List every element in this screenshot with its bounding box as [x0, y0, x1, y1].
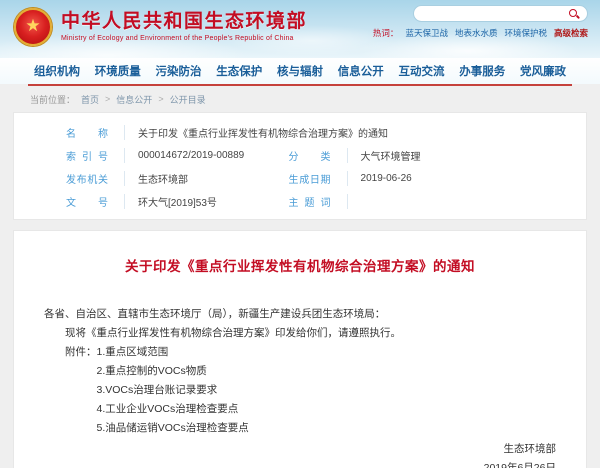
meta-divider: [347, 148, 348, 163]
meta-value-category: 大气环境管理: [361, 148, 421, 163]
emblem-star-icon: ★: [25, 17, 40, 34]
breadcrumb-home[interactable]: 首页: [81, 93, 99, 106]
breadcrumb: 当前位置： 首页 > 信息公开 > 公开目录: [0, 86, 600, 112]
document-salutation: 各省、自治区、直辖市生态环境厅（局），新疆生产建设兵团生态环境局：: [44, 305, 556, 324]
hot-word-link-env-tax[interactable]: 环境保护税: [504, 27, 547, 39]
document-title: 关于印发《重点行业挥发性有机物综合治理方案》的通知: [44, 255, 556, 275]
signature-date: 2019年6月26日: [44, 459, 556, 468]
nav-item-env-quality[interactable]: 环境质量: [95, 63, 141, 79]
meta-row-issuer: 发布机关 生态环境部 生成日期 2019-06-26: [14, 167, 586, 190]
meta-cell-index: 索引号 000014672/2019-00889: [14, 144, 289, 167]
search-icon[interactable]: [568, 8, 580, 20]
site-name: 中华人民共和国生态环境部: [61, 10, 307, 34]
attachment-item-2: 2.重点控制的VOCs物质: [97, 362, 557, 381]
hot-word-link-blue-sky[interactable]: 蓝天保卫战: [405, 27, 448, 39]
site-banner: ★ 中华人民共和国生态环境部 Ministry of Ecology and E…: [0, 0, 600, 58]
meta-divider: [347, 194, 348, 209]
breadcrumb-separator: >: [105, 94, 110, 104]
nav-item-interaction[interactable]: 互动交流: [399, 63, 445, 79]
meta-cell-category: 分类 大气环境管理: [289, 144, 586, 167]
nav-item-party-conduct[interactable]: 党风廉政: [520, 63, 566, 79]
hot-words-label: 热词：: [373, 27, 399, 39]
nav-item-eco-protection[interactable]: 生态保护: [216, 63, 262, 79]
meta-row-name: 名称 关于印发《重点行业挥发性有机物综合治理方案》的通知: [14, 121, 586, 144]
site-logo[interactable]: ★ 中华人民共和国生态环境部 Ministry of Ecology and E…: [14, 8, 307, 46]
hot-words-bar: 热词： 蓝天保卫战 地表水水质 环境保护税 高级检索: [413, 27, 588, 39]
meta-divider: [124, 148, 125, 163]
breadcrumb-info-disclosure[interactable]: 信息公开: [116, 93, 152, 106]
site-title-block: 中华人民共和国生态环境部 Ministry of Ecology and Env…: [61, 8, 307, 42]
attachment-item-1: 1.重点区域范围: [97, 346, 169, 358]
meta-divider: [347, 171, 348, 186]
breadcrumb-current[interactable]: 公开目录: [170, 93, 206, 106]
meta-cell-docno: 文号 环大气[2019]53号: [14, 190, 289, 213]
document-body: 各省、自治区、直辖市生态环境厅（局），新疆生产建设兵团生态环境局： 现将《重点行…: [44, 305, 556, 438]
search-box[interactable]: [413, 5, 588, 22]
meta-cell-date: 生成日期 2019-06-26: [289, 167, 586, 190]
meta-cell-name: 名称 关于印发《重点行业挥发性有机物综合治理方案》的通知: [14, 121, 586, 144]
meta-value-name: 关于印发《重点行业挥发性有机物综合治理方案》的通知: [138, 125, 388, 140]
breadcrumb-separator: >: [158, 94, 163, 104]
attachment-item-5: 5.油品储运销VOCs治理检查要点: [97, 419, 557, 438]
meta-row-index: 索引号 000014672/2019-00889 分类 大气环境管理: [14, 144, 586, 167]
meta-value-date: 2019-06-26: [361, 173, 412, 184]
nav-item-info-disclosure[interactable]: 信息公开: [338, 63, 384, 79]
search-area: 热词： 蓝天保卫战 地表水水质 环境保护税 高级检索: [413, 5, 588, 39]
meta-cell-issuer: 发布机关 生态环境部: [14, 167, 289, 190]
meta-divider: [124, 171, 125, 186]
meta-value-index: 000014672/2019-00889: [138, 150, 244, 161]
hot-word-link-surface-water[interactable]: 地表水水质: [455, 27, 498, 39]
signature-block: 生态环境部 2019年6月26日: [44, 440, 556, 468]
document-content-panel: 关于印发《重点行业挥发性有机物综合治理方案》的通知 各省、自治区、直辖市生态环境…: [13, 230, 587, 468]
meta-value-docno: 环大气[2019]53号: [138, 194, 217, 209]
nav-item-organization[interactable]: 组织机构: [34, 63, 80, 79]
main-nav: 组织机构 环境质量 污染防治 生态保护 核与辐射 信息公开 互动交流 办事服务 …: [0, 58, 600, 84]
meta-label-subject: 主题词: [289, 194, 331, 209]
meta-row-docno: 文号 环大气[2019]53号 主题词: [14, 190, 586, 213]
nav-item-nuclear-radiation[interactable]: 核与辐射: [277, 63, 323, 79]
meta-divider: [124, 194, 125, 209]
nav-item-services[interactable]: 办事服务: [459, 63, 505, 79]
breadcrumb-label: 当前位置：: [30, 93, 75, 106]
document-paragraph: 现将《重点行业挥发性有机物综合治理方案》印发给你们，请遵照执行。: [44, 324, 556, 343]
meta-label-name: 名称: [66, 125, 108, 140]
signature-issuer: 生态环境部: [44, 440, 556, 459]
site-name-english: Ministry of Ecology and Environment of t…: [61, 35, 307, 42]
advanced-search-link[interactable]: 高级检索: [554, 27, 588, 39]
meta-label-category: 分类: [289, 148, 331, 163]
attachment-item-3: 3.VOCs治理台账记录要求: [97, 381, 557, 400]
attachments-line: 附件：1.重点区域范围: [44, 343, 556, 362]
meta-value-issuer: 生态环境部: [138, 171, 188, 186]
meta-cell-subject: 主题词: [289, 190, 586, 213]
search-input[interactable]: [421, 9, 568, 19]
meta-label-issuer: 发布机关: [66, 171, 108, 186]
document-meta-panel: 名称 关于印发《重点行业挥发性有机物综合治理方案》的通知 索引号 0000146…: [13, 112, 587, 220]
meta-label-docno: 文号: [66, 194, 108, 209]
meta-divider: [124, 125, 125, 140]
attachment-item-4: 4.工业企业VOCs治理检查要点: [97, 400, 557, 419]
meta-label-date: 生成日期: [289, 171, 331, 186]
meta-label-index: 索引号: [66, 148, 108, 163]
attachments-label: 附件：: [65, 346, 97, 358]
nav-item-pollution-control[interactable]: 污染防治: [156, 63, 202, 79]
national-emblem-icon: ★: [14, 8, 52, 46]
